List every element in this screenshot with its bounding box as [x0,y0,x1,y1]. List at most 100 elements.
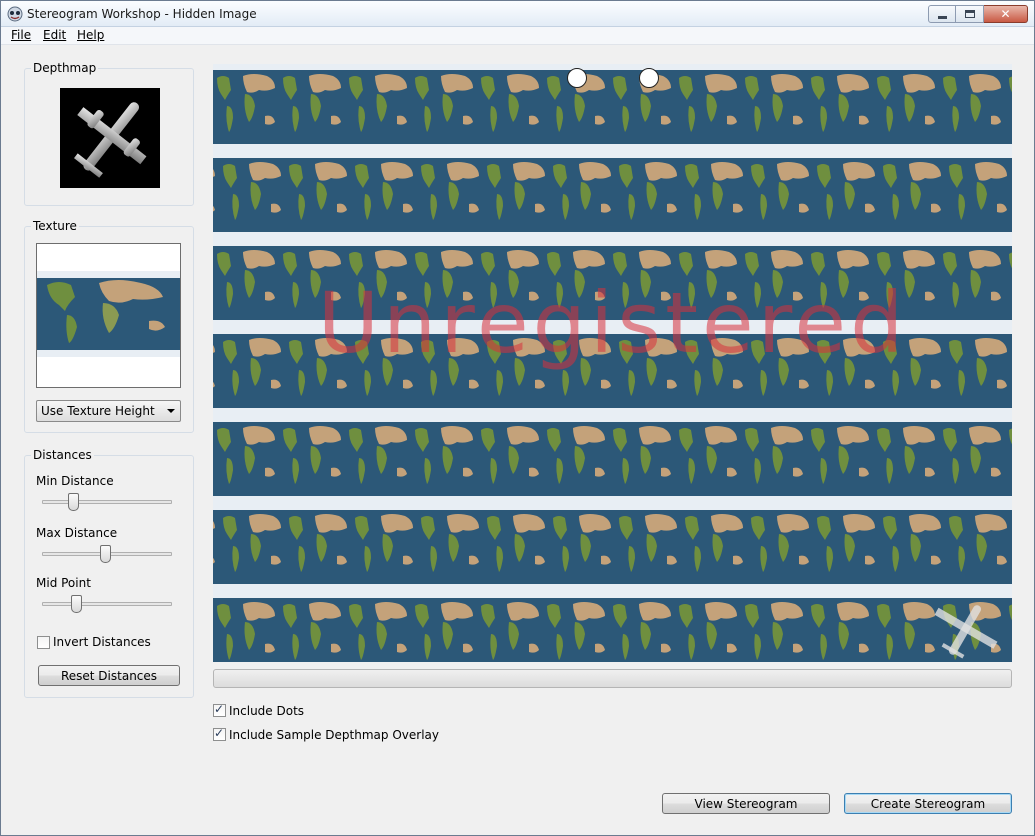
max-distance-slider[interactable] [100,545,111,563]
min-distance-slider[interactable] [68,493,79,511]
texture-tile [675,64,741,152]
depthmap-thumbnail[interactable] [60,88,160,188]
max-distance-label: Max Distance [36,526,118,540]
menu-file[interactable]: File [11,28,31,42]
invert-distances-checkbox[interactable] [37,636,50,649]
maximize-button[interactable] [956,5,984,23]
depthmap-group-label: Depthmap [31,61,99,75]
menu-bar: File Edit Help [1,27,1034,45]
close-button[interactable]: ✕ [984,5,1028,23]
menu-help[interactable]: Help [77,28,104,42]
texture-tile [543,592,609,662]
texture-tile [549,152,615,240]
texture-tile [411,592,477,662]
texture-tile [609,416,675,504]
texture-height-dropdown[interactable]: Use Texture Height [36,400,181,422]
include-dots-label: Include Dots [229,704,305,718]
texture-tile [477,416,543,504]
menu-edit[interactable]: Edit [43,28,66,42]
texture-tile [279,416,345,504]
menu-edit-label: Edit [43,28,67,42]
texture-tile [351,504,417,592]
texture-tile [345,64,411,152]
min-distance-track[interactable] [42,500,172,504]
texture-tile [1011,504,1012,592]
texture-tile [1011,152,1012,240]
view-stereogram-button[interactable]: View Stereogram [662,793,830,814]
texture-tile [813,152,879,240]
include-overlay-label: Include Sample Depthmap Overlay [229,728,439,742]
texture-tile [411,64,477,152]
texture-tile [615,504,681,592]
texture-tile [741,416,807,504]
texture-preview[interactable] [36,243,181,388]
texture-tile [945,504,1011,592]
texture-tile [939,64,1005,152]
mid-point-track[interactable] [42,602,172,606]
menu-help-label: Help [77,28,105,42]
texture-group: Texture Use Texture Height [24,219,194,433]
texture-tile [813,504,879,592]
texture-tile [609,592,675,662]
texture-tile [879,504,945,592]
depthmap-group: Depthmap [24,61,194,206]
texture-tile [345,592,411,662]
texture-tile [807,592,873,662]
texture-tile [879,152,945,240]
texture-tile [675,592,741,662]
menu-file-label: File [11,28,32,42]
reset-distances-button[interactable]: Reset Distances [38,665,180,686]
texture-tile [615,152,681,240]
create-stereogram-button[interactable]: Create Stereogram [844,793,1012,814]
texture-tile [351,152,417,240]
close-icon: ✕ [1000,7,1011,21]
stereogram-app-icon [7,6,23,22]
texture-tile [213,152,219,240]
minimize-button[interactable] [928,5,956,23]
depthmap-overlay-icon [934,605,998,659]
texture-tile [807,64,873,152]
title-bar[interactable]: Stereogram Workshop - Hidden Image ✕ [1,1,1034,27]
texture-tile [219,152,285,240]
texture-tile [411,416,477,504]
texture-tile [549,504,615,592]
include-overlay-checkbox[interactable]: ✓ [213,726,226,741]
texture-tile [213,592,279,662]
texture-height-value: Use Texture Height [41,404,155,418]
unregistered-watermark: Unregistered [317,274,908,372]
maximize-icon [965,10,975,18]
texture-tile [747,504,813,592]
texture-tile [483,504,549,592]
texture-tile [477,592,543,662]
texture-tile [219,504,285,592]
texture-tile [345,416,411,504]
mid-point-slider[interactable] [71,595,82,613]
texture-tile [873,64,939,152]
progress-bar [213,669,1012,688]
minimize-icon [938,16,947,19]
invert-distances-label: Invert Distances [53,635,151,649]
texture-tile [681,504,747,592]
texture-tile [213,504,219,592]
app-window: Stereogram Workshop - Hidden Image ✕ Fil… [0,0,1035,836]
texture-tile [1005,592,1012,662]
mid-point-label: Mid Point [36,576,91,590]
texture-tile [675,416,741,504]
texture-tile [873,416,939,504]
stereogram-preview[interactable]: Unregistered [213,64,1012,662]
texture-tile [213,64,279,152]
airplane-depthmap-image [73,102,147,178]
texture-tile [1005,64,1012,152]
chevron-down-icon [167,409,175,413]
window-title: Stereogram Workshop - Hidden Image [27,7,257,21]
texture-group-label: Texture [31,219,79,233]
checkmark-icon: ✓ [214,726,225,740]
texture-tile [477,64,543,152]
texture-tile [279,64,345,152]
focus-dot-left [567,68,587,88]
include-dots-checkbox[interactable]: ✓ [213,702,226,717]
texture-tile [741,592,807,662]
texture-tile [285,504,351,592]
texture-tile [741,64,807,152]
texture-tile [279,592,345,662]
